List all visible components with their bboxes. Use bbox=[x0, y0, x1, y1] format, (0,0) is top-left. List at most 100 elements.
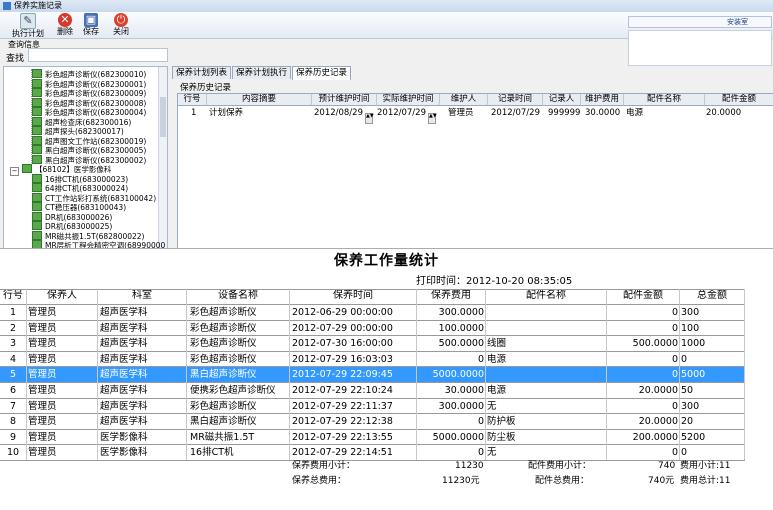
history-col-header[interactable]: 预计维护时间 bbox=[312, 94, 377, 106]
report-cell: 彩色超声诊断仪 bbox=[190, 322, 257, 334]
tab-history[interactable]: 保养历史记录 bbox=[292, 66, 352, 80]
fee-total: 11230元 bbox=[442, 476, 480, 486]
tree-device-node[interactable]: 64排CT机(683000024) bbox=[32, 183, 128, 193]
tree-device-node[interactable]: 彩色超声诊断仪(682300001) bbox=[32, 78, 146, 89]
report-cell: 便携彩色超声诊断仪 bbox=[190, 385, 276, 396]
device-icon bbox=[32, 183, 42, 192]
report-cell: 2012-07-29 16:03:03 bbox=[292, 353, 393, 365]
tree-device-node[interactable]: 黑白超声诊断仪(682300005) bbox=[32, 145, 146, 155]
report-cell: 5000 bbox=[681, 369, 706, 381]
report-cell: 100.0000 bbox=[438, 322, 484, 334]
app-icon bbox=[3, 2, 11, 10]
tree-folder-node[interactable]: − 【68102】医学影像科 bbox=[10, 164, 111, 176]
report-cell: 管理员 bbox=[28, 353, 57, 365]
report-row[interactable]: 7 管理员 超声医学科 彩色超声诊断仪 2012-07-29 22:11:37 300.0… bbox=[0, 399, 745, 415]
tree-device-node[interactable]: 黑白超声诊断仪(682300002) bbox=[32, 154, 146, 165]
device-icon bbox=[32, 211, 42, 221]
workload-report: 保养工作量统计 打印时间：2012-10-20 08:35:05 行号 保养人 … bbox=[0, 248, 773, 510]
delete-icon: ✕ bbox=[58, 13, 72, 27]
history-col-header[interactable]: 维护人 bbox=[440, 94, 488, 106]
history-cell[interactable]: 999999 bbox=[548, 108, 580, 119]
report-cell: 管理员 bbox=[28, 322, 57, 334]
date-spinner-icon[interactable]: ▲▼ bbox=[428, 113, 437, 124]
tree-device-node[interactable]: 超声探头(682300017) bbox=[32, 126, 124, 136]
history-date-field[interactable]: 2012/08/29 ▲▼ bbox=[314, 108, 374, 124]
report-row[interactable]: 8 管理员 超声医学科 黑白超声诊断仪 2012-07-29 22:12:38 0 防护板 2… bbox=[0, 414, 745, 430]
report-row[interactable]: 9 管理员 医学影像科 MR磁共振1.5T 2012-07-29 22:13:55 500… bbox=[0, 430, 745, 446]
report-cell: 电源 bbox=[487, 353, 507, 365]
tree-device-node[interactable]: 超声检查床(682300016) bbox=[32, 116, 131, 127]
save-button[interactable]: ▣ 保存 bbox=[80, 13, 102, 37]
parts-total: 740元 bbox=[648, 476, 675, 486]
tree-device-node[interactable]: 彩色超声诊断仪(682300008) bbox=[32, 97, 146, 108]
tree-device-node[interactable]: 彩色超声诊断仪(682300010) bbox=[32, 69, 146, 79]
history-cell[interactable]: 20.0000 bbox=[706, 108, 741, 119]
history-cell[interactable]: 管理员 bbox=[448, 108, 474, 119]
window-title: 保养实施记录 bbox=[14, 1, 62, 10]
device-tree: 彩色超声诊断仪(682300010) 彩色超声诊断仪(682300001) 彩色超声… bbox=[3, 66, 168, 250]
history-cell[interactable]: 30.0000 bbox=[585, 108, 620, 119]
search-input[interactable] bbox=[28, 48, 168, 62]
history-date-field[interactable]: 2012/07/29 ▲▼ bbox=[377, 108, 437, 124]
report-cell: 无 bbox=[487, 447, 497, 459]
collapse-toggle-icon[interactable]: − bbox=[10, 167, 19, 176]
tree-device-node[interactable]: CT工作站彩打系统(683100042) bbox=[32, 192, 156, 203]
report-row[interactable]: 5 管理员 超声医学科 黑白超声诊断仪 2012-07-29 22:09:45 5000.… bbox=[0, 367, 745, 384]
tab-plan-list[interactable]: 保养计划列表 bbox=[172, 66, 232, 79]
delete-label: 删除 bbox=[57, 27, 73, 36]
tree-device-node[interactable]: DR机(683000025) bbox=[32, 221, 112, 231]
report-cell: 线圈 bbox=[487, 338, 507, 350]
delete-button[interactable]: ✕ 删除 bbox=[54, 13, 76, 37]
report-cell: 黑白超声诊断仪 bbox=[190, 369, 257, 381]
report-cell: 2012-07-29 22:14:51 bbox=[292, 447, 393, 459]
close-button[interactable]: ⏻ 关闭 bbox=[108, 13, 134, 37]
tree-device-node[interactable]: 彩色超声诊断仪(682300004) bbox=[32, 107, 146, 117]
tree-device-node[interactable]: CT稳压器(683100043) bbox=[32, 202, 126, 212]
tab-plan-execute[interactable]: 保养计划执行 bbox=[232, 66, 292, 79]
report-grid-line bbox=[606, 289, 607, 460]
report-cell: 2012-07-29 22:11:37 bbox=[292, 400, 393, 412]
report-cell: 管理员 bbox=[28, 447, 57, 459]
report-cell: 管理员 bbox=[28, 431, 57, 443]
history-cell[interactable]: 2012/07/29 bbox=[377, 108, 426, 118]
execute-plan-label: 执行计划 bbox=[12, 29, 44, 38]
report-row[interactable]: 1 管理员 超声医学科 彩色超声诊断仪 2012-06-29 00:00:00 300.0… bbox=[0, 305, 745, 321]
history-col-header[interactable]: 配件名称 bbox=[624, 94, 705, 106]
report-cell: 0 bbox=[681, 353, 688, 365]
report-cell: 2012-07-29 22:10:24 bbox=[292, 385, 393, 396]
history-col-header[interactable]: 配件金额 bbox=[705, 94, 773, 106]
report-row[interactable]: 6 管理员 超声医学科 便携彩色超声诊断仪 2012-07-29 22:10:24 30.… bbox=[0, 383, 745, 399]
right-panel bbox=[628, 30, 772, 66]
tree-device-node[interactable]: 16排CT机(683000023) bbox=[32, 173, 128, 184]
tree-device-node[interactable]: MR磁共振1.5T(682800022) bbox=[32, 230, 145, 241]
history-cell[interactable]: 2012/08/29 bbox=[314, 108, 363, 118]
report-grid-line bbox=[0, 413, 745, 415]
history-col-header[interactable]: 内容摘要 bbox=[207, 94, 312, 106]
right-panel-tab[interactable]: 安装室 bbox=[727, 17, 748, 27]
history-col-header[interactable]: 记录人 bbox=[543, 94, 581, 106]
report-row[interactable]: 4 管理员 超声医学科 彩色超声诊断仪 2012-07-29 16:03:03 0 电源 0 0 bbox=[0, 352, 745, 368]
report-cell: 0 bbox=[671, 400, 678, 412]
history-cell[interactable]: 2012/07/29 bbox=[491, 108, 540, 119]
report-cell: 超声医学科 bbox=[100, 385, 148, 396]
tree-device-node[interactable]: 彩色超声诊断仪(682300009) bbox=[32, 88, 146, 98]
history-col-header[interactable]: 记录时间 bbox=[488, 94, 543, 106]
date-spinner-icon[interactable]: ▲▼ bbox=[365, 113, 374, 124]
report-row[interactable]: 3 管理员 超声医学科 彩色超声诊断仪 2012-07-30 16:00:00 500.0… bbox=[0, 336, 745, 352]
history-col-header[interactable]: 维护费用 bbox=[581, 94, 624, 106]
history-cell[interactable]: 1 bbox=[191, 108, 196, 119]
history-col-header[interactable]: 行号 bbox=[178, 94, 207, 106]
history-cell[interactable]: 电源 bbox=[626, 108, 643, 119]
report-row[interactable]: 2 管理员 超声医学科 彩色超声诊断仪 2012-07-29 00:00:00 100.0… bbox=[0, 321, 745, 337]
report-cell: 管理员 bbox=[28, 416, 57, 428]
tree-device-node[interactable]: DR机(683000026) bbox=[32, 211, 112, 222]
execute-plan-button[interactable]: ✎ 执行计划 bbox=[8, 13, 48, 38]
tree-scrollbar[interactable] bbox=[158, 67, 167, 249]
tree-scrollbar-thumb[interactable] bbox=[160, 97, 166, 137]
history-col-header[interactable]: 实际维护时间 bbox=[377, 94, 440, 106]
tree-device-node[interactable]: 超声图文工作站(682300019) bbox=[32, 135, 146, 146]
report-row[interactable]: 10 管理员 医学影像科 16排CT机 2012-07-29 22:14:51 0 无 0 0 bbox=[0, 445, 745, 461]
history-cell[interactable]: 计划保养 bbox=[209, 108, 243, 119]
device-icon bbox=[32, 202, 42, 211]
device-icon bbox=[32, 221, 42, 230]
